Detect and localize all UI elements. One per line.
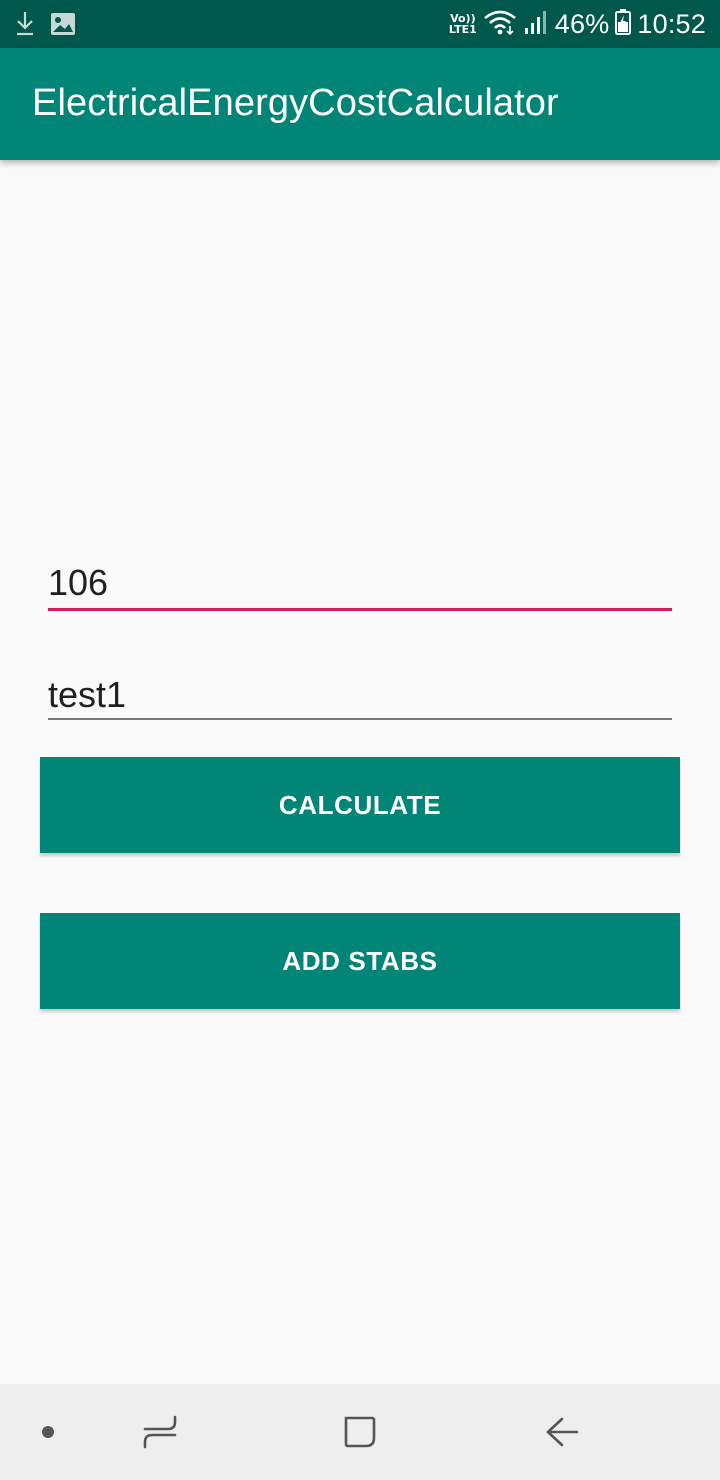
dot-indicator-icon[interactable]	[20, 1384, 76, 1480]
value-input-text[interactable]: 106	[48, 562, 108, 604]
recent-apps-icon[interactable]	[120, 1384, 200, 1480]
app-bar: ElectricalEnergyCostCalculator	[0, 48, 720, 160]
battery-percent: 46%	[554, 8, 610, 39]
status-left-icons	[14, 10, 76, 43]
lte-label: LTE1	[448, 23, 477, 36]
value-input-field[interactable]: 106	[48, 556, 672, 616]
calculate-button-label: CALCULATE	[278, 789, 442, 820]
calculate-button[interactable]: CALCULATE	[40, 757, 680, 853]
app-title: ElectricalEnergyCostCalculator	[32, 82, 559, 124]
network-type-label: Vo)) LTE1	[449, 13, 477, 35]
name-input-text[interactable]: test1	[48, 674, 126, 716]
status-bar: Vo)) LTE1 46% 10:52	[0, 0, 720, 48]
add-stabs-button-label: ADD STABS	[282, 945, 438, 976]
name-input-underline	[48, 718, 672, 720]
battery-icon	[615, 8, 632, 41]
image-icon	[50, 12, 76, 41]
wifi-icon	[483, 8, 517, 41]
signal-icon	[523, 8, 549, 41]
clock-time: 10:52	[637, 8, 706, 39]
download-icon	[14, 10, 36, 43]
value-input-underline	[48, 608, 672, 611]
back-icon[interactable]	[522, 1384, 602, 1480]
status-right-area: Vo)) LTE1 46% 10:52	[449, 0, 706, 48]
navigation-bar	[0, 1384, 720, 1480]
home-icon[interactable]	[320, 1384, 400, 1480]
add-stabs-button[interactable]: ADD STABS	[40, 913, 680, 1009]
name-input-field[interactable]: test1	[48, 668, 672, 724]
